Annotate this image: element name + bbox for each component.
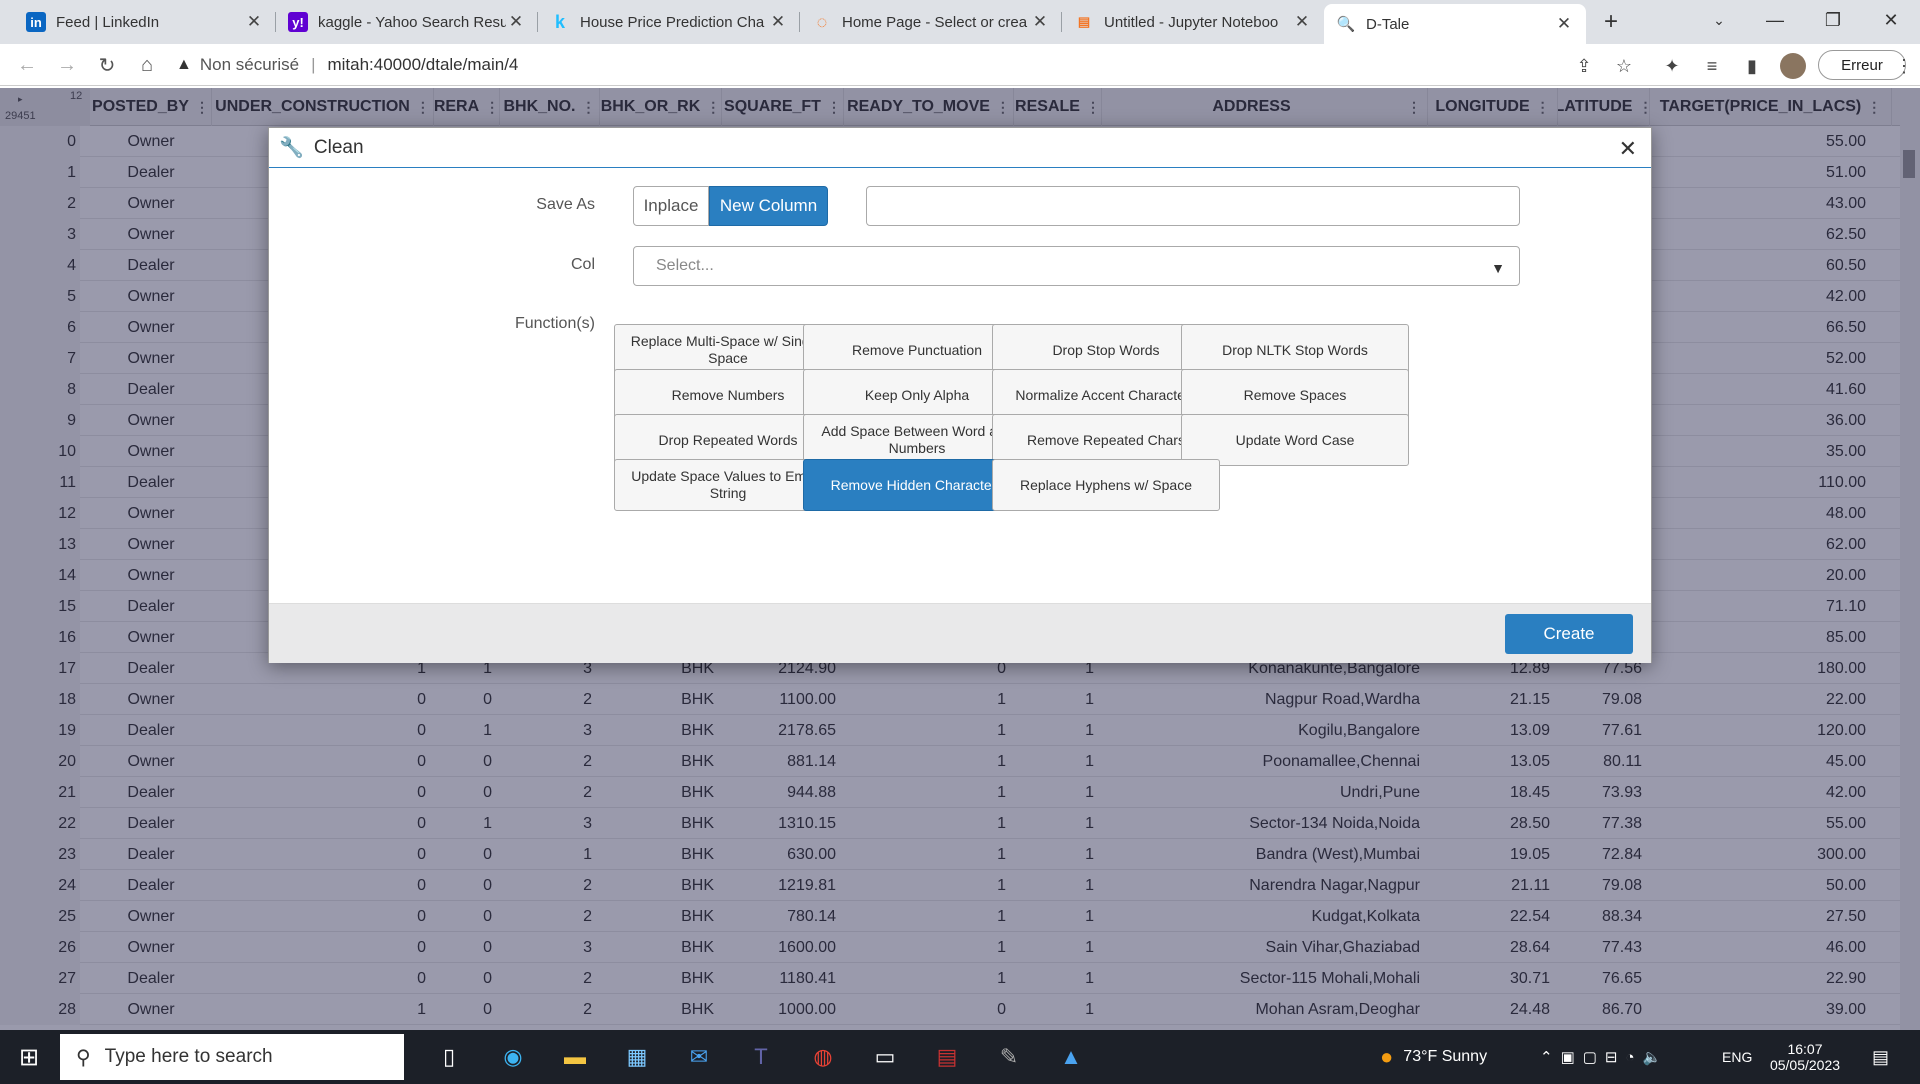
date: 05/05/2023 — [1769, 1057, 1841, 1073]
home-icon[interactable]: ⌂ — [132, 50, 162, 80]
file-explorer-icon[interactable]: ▬ — [556, 1038, 594, 1076]
notification-icon[interactable]: ▤ — [1872, 1030, 1889, 1084]
functions-label: Function(s) — [514, 315, 595, 332]
time: 16:07 — [1787, 1041, 1823, 1057]
security-label: Non sécurisé — [199, 55, 300, 74]
close-icon[interactable]: ✕ — [1292, 12, 1312, 32]
clock[interactable]: 16:07 05/05/2023 — [1760, 1030, 1850, 1084]
new-column-name-input[interactable] — [866, 186, 1520, 226]
share-icon[interactable]: ⇪ — [1572, 54, 1596, 78]
sun-icon: ● — [1380, 1044, 1394, 1069]
tab-yahoo[interactable]: y! kaggle - Yahoo Search Resu ✕ — [276, 4, 538, 40]
kaggle-icon: k — [554, 11, 565, 32]
close-icon[interactable]: ✕ — [506, 12, 526, 32]
close-icon[interactable]: ✕ — [1030, 12, 1050, 32]
paint-icon[interactable]: ✎ — [990, 1038, 1028, 1076]
warning-icon: ▲ — [176, 56, 192, 73]
forward-icon[interactable]: → — [52, 50, 82, 80]
wrench-icon: 🔧 — [279, 137, 304, 159]
function-button[interactable]: Replace Hyphens w/ Space — [992, 459, 1220, 511]
system-tray-icons[interactable]: ⌃▣▢⊟◔🔈 — [1540, 1030, 1669, 1084]
inplace-button[interactable]: Inplace — [633, 186, 709, 226]
new-tab-button[interactable]: + — [1592, 4, 1632, 40]
column-select[interactable]: Select... ▼ — [633, 246, 1520, 286]
back-icon[interactable]: ← — [12, 50, 42, 80]
close-icon[interactable]: ✕ — [244, 12, 264, 32]
notebook-icon: ▤ — [1077, 14, 1091, 29]
winrar-icon[interactable]: ▤ — [928, 1038, 966, 1076]
windows-start-icon[interactable]: ⊞ — [10, 1038, 48, 1076]
search-placeholder: Type here to search — [104, 1046, 273, 1067]
tab-jupyter-notebook[interactable]: ▤ Untitled - Jupyter Noteboo ✕ — [1062, 4, 1324, 40]
dialog-footer: Create — [269, 603, 1651, 663]
minimize-icon[interactable]: — — [1748, 0, 1802, 40]
tab-kaggle[interactable]: k House Price Prediction Cha ✕ — [538, 4, 800, 40]
bookmark-star-icon[interactable]: ☆ — [1612, 54, 1636, 78]
tab-search-icon[interactable]: ⌄ — [1692, 0, 1746, 40]
tab-title: kaggle - Yahoo Search Resu — [318, 13, 506, 31]
photos-icon[interactable]: ▲ — [1052, 1038, 1090, 1076]
search-icon: 🔍 — [1336, 16, 1356, 33]
url-text: mitah:40000/dtale/main/4 — [327, 55, 519, 74]
col-label: Col — [570, 256, 595, 273]
side-panel-icon[interactable]: ▮ — [1740, 54, 1764, 78]
chrome-icon[interactable]: ◍ — [804, 1038, 842, 1076]
weather-text: 73°F Sunny — [1403, 1048, 1488, 1065]
close-icon[interactable]: ✕ — [768, 12, 788, 32]
tab-title: Home Page - Select or crea — [842, 13, 1028, 31]
tab-dtale[interactable]: 🔍 D-Tale ✕ — [1324, 4, 1586, 44]
close-icon[interactable]: ✕ — [1619, 136, 1637, 162]
terminal-icon[interactable]: ▭ — [866, 1038, 904, 1076]
dialog-title: Clean — [313, 136, 364, 158]
chevron-down-icon: ▼ — [1491, 260, 1505, 276]
tab-title: Feed | LinkedIn — [56, 13, 160, 31]
tab-title: House Price Prediction Cha — [580, 13, 765, 31]
reading-list-icon[interactable]: ≡ — [1700, 54, 1724, 78]
dialog-header: 🔧 Clean ✕ — [269, 128, 1651, 168]
task-view-icon[interactable]: ▯ — [430, 1038, 468, 1076]
linkedin-icon: in — [26, 12, 46, 32]
save-as-label: Save As — [536, 196, 595, 213]
reload-icon[interactable]: ↻ — [92, 50, 122, 80]
maximize-icon[interactable]: ❐ — [1806, 0, 1860, 40]
avatar[interactable] — [1780, 53, 1806, 79]
store-icon[interactable]: ▦ — [618, 1038, 656, 1076]
tab-title: D-Tale — [1366, 15, 1410, 33]
browser-tab-bar: in Feed | LinkedIn ✕ y! kaggle - Yahoo S… — [0, 0, 1920, 44]
window-close-icon[interactable]: ✕ — [1864, 0, 1918, 40]
tab-title: Untitled - Jupyter Noteboo — [1104, 13, 1279, 31]
language-indicator[interactable]: ENG — [1722, 1030, 1752, 1084]
new-column-button[interactable]: New Column — [709, 186, 828, 226]
menu-icon[interactable]: ⋮ — [1892, 54, 1916, 78]
clean-dialog: 🔧 Clean ✕ Save As Inplace New Column Col… — [268, 127, 1652, 663]
edge-icon[interactable]: ◉ — [494, 1038, 532, 1076]
weather-widget[interactable]: ● 73°F Sunny — [1380, 1030, 1487, 1084]
select-placeholder: Select... — [656, 257, 714, 274]
taskbar: ⊞ ⚲ Type here to search ▯ ◉ ▬ ▦ ✉ T ◍ ▭ … — [0, 1030, 1920, 1084]
taskbar-search[interactable]: ⚲ Type here to search — [60, 1034, 404, 1080]
teams-icon[interactable]: T — [742, 1038, 780, 1076]
mail-icon[interactable]: ✉ — [680, 1038, 718, 1076]
close-icon[interactable]: ✕ — [1554, 14, 1574, 34]
yahoo-icon: y! — [288, 12, 308, 32]
tab-linkedin[interactable]: in Feed | LinkedIn ✕ — [14, 4, 276, 40]
search-icon: ⚲ — [76, 1046, 91, 1069]
tab-jupyter-home[interactable]: ◌ Home Page - Select or crea ✕ — [800, 4, 1062, 40]
create-button[interactable]: Create — [1505, 614, 1633, 654]
browser-toolbar: ← → ↻ ⌂ ▲ Non sécurisé | mitah:40000/dta… — [0, 44, 1920, 86]
extensions-icon[interactable]: ✦ — [1660, 54, 1684, 78]
jupyter-icon: ◌ — [816, 11, 828, 32]
